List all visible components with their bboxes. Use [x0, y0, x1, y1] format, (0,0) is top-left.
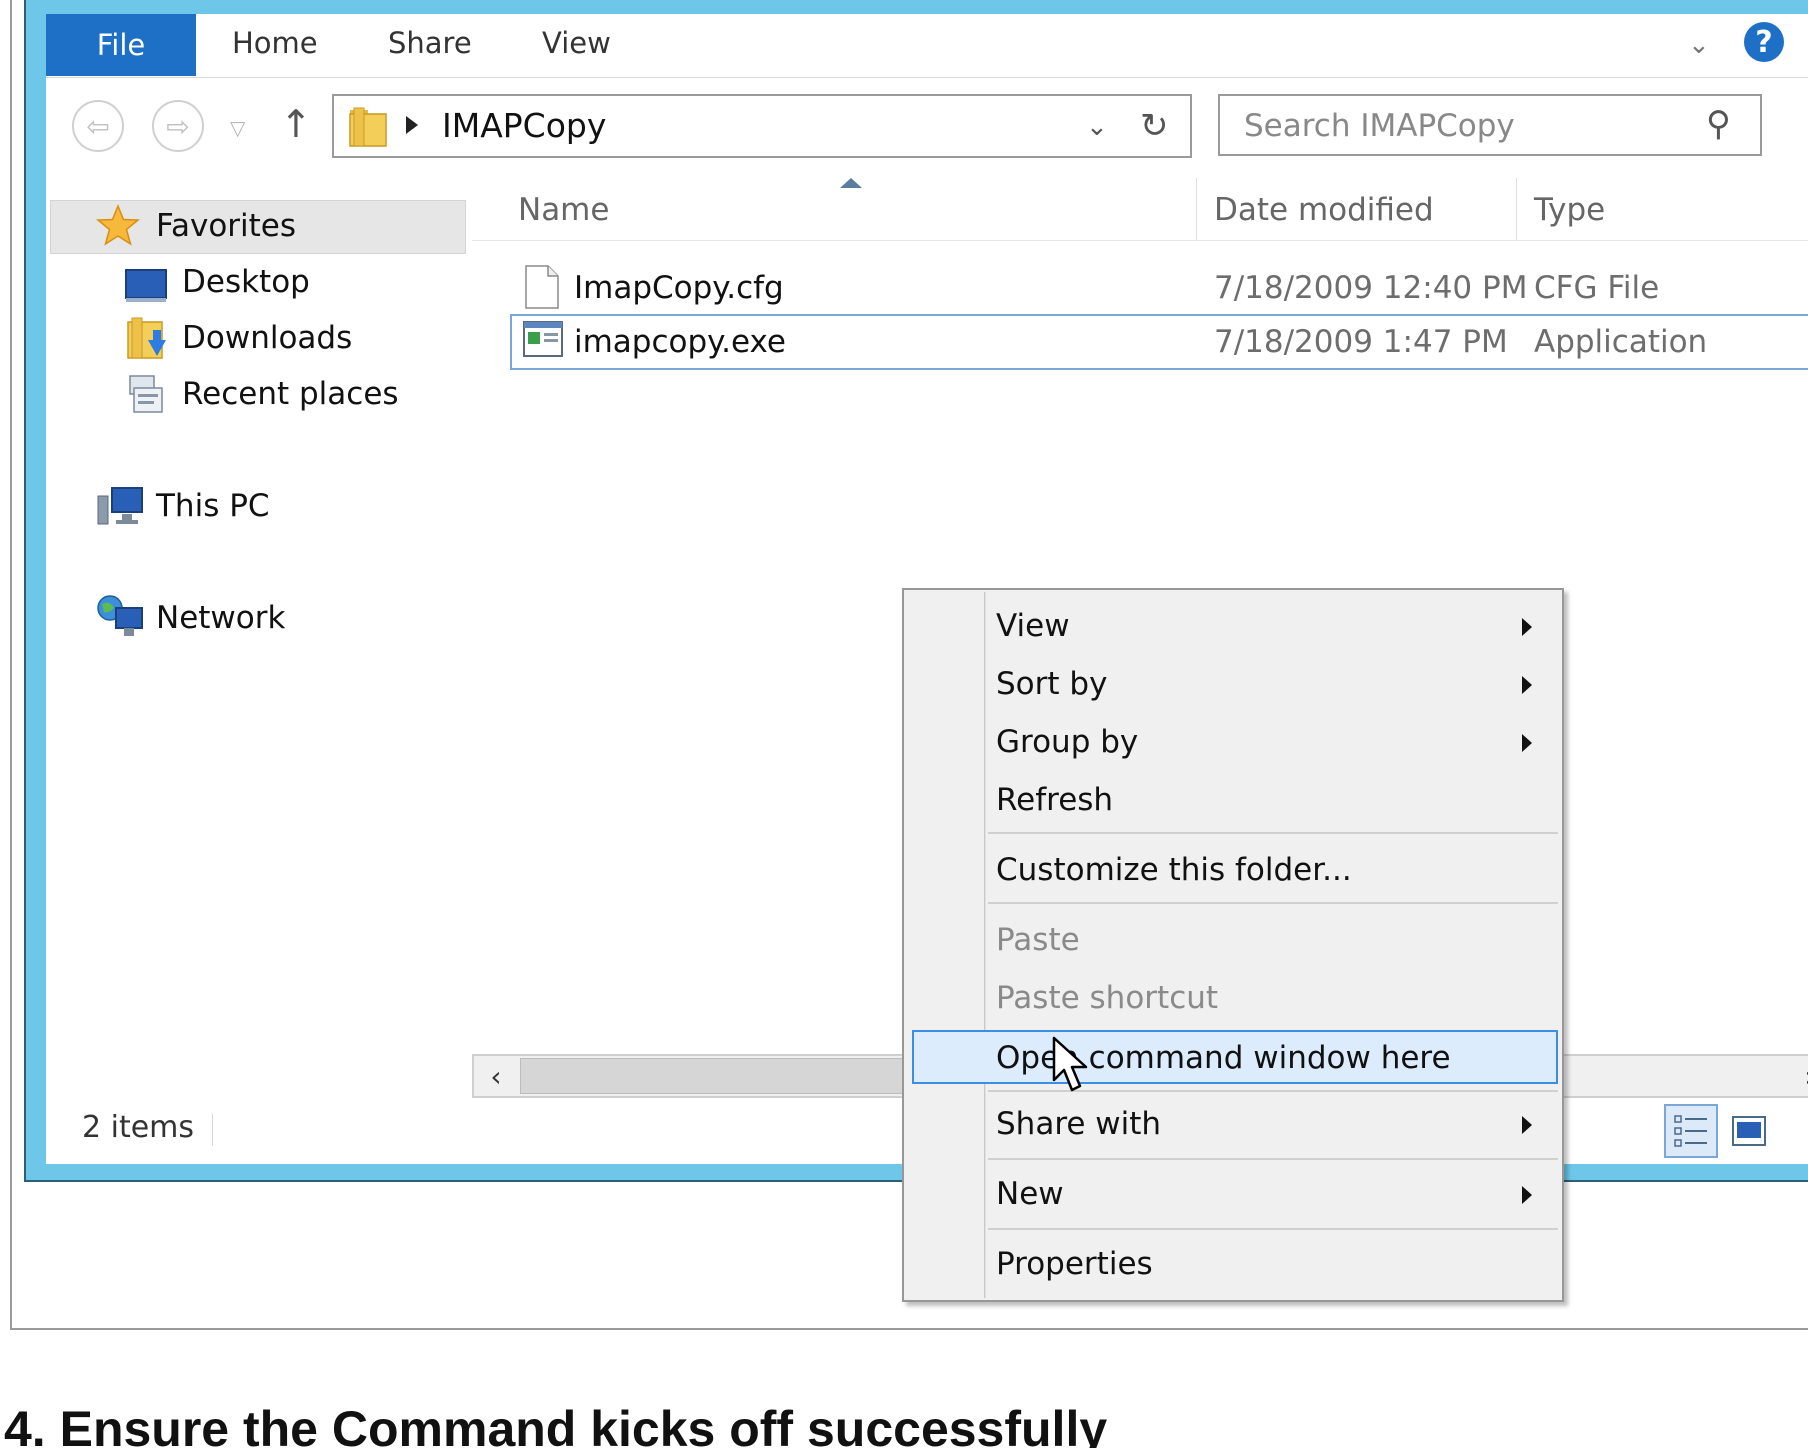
- nav-downloads[interactable]: Downloads: [182, 320, 352, 356]
- menu-item-label: New: [996, 1176, 1064, 1212]
- file-type: Application: [1534, 324, 1708, 360]
- scroll-right-icon[interactable]: ›: [1790, 1058, 1808, 1094]
- refresh-icon[interactable]: ↻: [1140, 106, 1169, 146]
- menu-item-open-command-window[interactable]: Open command window here: [912, 1030, 1558, 1084]
- column-header-date-modified[interactable]: Date modified: [1214, 192, 1434, 228]
- scroll-left-icon[interactable]: ‹: [476, 1058, 516, 1094]
- file-date: 7/18/2009 1:47 PM: [1214, 324, 1508, 360]
- file-row-selected[interactable]: imapcopy.exe 7/18/2009 1:47 PM Applicati…: [510, 314, 1808, 370]
- folder-icon: [349, 107, 387, 147]
- menu-item-properties[interactable]: Properties: [904, 1238, 1562, 1292]
- file-type: CFG File: [1534, 270, 1660, 306]
- nav-recent-places[interactable]: Recent places: [182, 376, 399, 412]
- nav-favorites[interactable]: Favorites: [156, 208, 296, 244]
- menu-separator: [988, 1158, 1558, 1160]
- file-tab[interactable]: File: [46, 14, 196, 76]
- menu-item-paste: Paste: [904, 914, 1562, 968]
- status-divider: [212, 1114, 213, 1146]
- status-item-count: 2 items: [82, 1110, 195, 1145]
- menu-item-label: Properties: [996, 1246, 1153, 1282]
- menu-item-label: Customize this folder...: [996, 852, 1352, 888]
- recent-places-icon: [129, 375, 163, 413]
- menu-item-label: Paste shortcut: [996, 980, 1219, 1016]
- menu-item-customize-folder[interactable]: Customize this folder...: [904, 844, 1562, 898]
- tab-share[interactable]: Share: [388, 26, 472, 60]
- column-header-name[interactable]: Name: [518, 192, 609, 228]
- ribbon-expand-chevron-icon[interactable]: ⌄: [1688, 30, 1716, 60]
- large-icons-view-icon: [1732, 1116, 1766, 1146]
- menu-item-view[interactable]: View: [904, 600, 1562, 654]
- menu-item-label: Sort by: [996, 666, 1108, 702]
- desktop-icon: [125, 269, 167, 302]
- tab-view[interactable]: View: [542, 26, 611, 60]
- menu-separator: [988, 832, 1558, 834]
- file-name[interactable]: imapcopy.exe: [574, 324, 786, 360]
- submenu-arrow-icon: [1522, 734, 1532, 752]
- star-icon: [96, 204, 140, 246]
- breadcrumb-chevron-icon[interactable]: [406, 116, 418, 134]
- submenu-arrow-icon: [1522, 1186, 1532, 1204]
- menu-item-refresh[interactable]: Refresh: [904, 774, 1562, 828]
- menu-item-label: View: [996, 608, 1070, 644]
- file-name[interactable]: ImapCopy.cfg: [574, 270, 784, 306]
- menu-separator: [988, 902, 1558, 904]
- file-date: 7/18/2009 12:40 PM: [1214, 270, 1528, 306]
- mouse-pointer-icon: [1052, 1036, 1088, 1092]
- menu-item-new[interactable]: New: [904, 1168, 1562, 1222]
- submenu-arrow-icon: [1522, 1116, 1532, 1134]
- downloads-icon: [127, 317, 166, 359]
- menu-item-label: Paste: [996, 922, 1080, 958]
- submenu-arrow-icon: [1522, 618, 1532, 636]
- address-bar[interactable]: IMAPCopy ⌄ ↻: [332, 94, 1192, 158]
- breadcrumb-path[interactable]: IMAPCopy: [442, 106, 606, 145]
- recent-locations-dropdown-icon[interactable]: ▽: [230, 116, 245, 140]
- screenshot: File Home Share View ⌄ ? ⇦ ⇨ ▽ ↑ IMAPCop…: [0, 0, 1808, 1448]
- help-icon[interactable]: ?: [1744, 22, 1784, 62]
- step-caption: 4. Ensure the Command kicks off successf…: [4, 1401, 1108, 1448]
- header-divider: [472, 240, 1808, 241]
- search-placeholder: Search IMAPCopy: [1244, 108, 1515, 144]
- menu-item-label: Share with: [996, 1106, 1162, 1142]
- menu-item-sort-by[interactable]: Sort by: [904, 658, 1562, 712]
- application-icon: [523, 321, 563, 357]
- menu-item-label: Group by: [996, 724, 1139, 760]
- menu-item-label: Refresh: [996, 782, 1114, 818]
- nav-desktop[interactable]: Desktop: [182, 264, 310, 300]
- menu-item-share-with[interactable]: Share with: [904, 1098, 1562, 1152]
- sort-ascending-icon: [840, 178, 862, 188]
- menu-separator: [988, 1228, 1558, 1230]
- nav-network[interactable]: Network: [156, 600, 285, 636]
- file-row[interactable]: ImapCopy.cfg 7/18/2009 12:40 PM CFG File: [510, 260, 1808, 316]
- column-divider[interactable]: [1196, 178, 1197, 240]
- address-dropdown-icon[interactable]: ⌄: [1086, 112, 1108, 142]
- forward-button[interactable]: ⇨: [152, 100, 204, 152]
- network-icon: [97, 595, 143, 636]
- search-icon[interactable]: ⚲: [1706, 104, 1731, 144]
- column-header-type[interactable]: Type: [1534, 192, 1605, 228]
- details-view-button[interactable]: [1664, 1104, 1718, 1158]
- this-pc-icon: [97, 487, 143, 525]
- file-icon: [525, 265, 559, 309]
- large-icons-view-button[interactable]: [1722, 1104, 1776, 1158]
- nav-this-pc[interactable]: This PC: [156, 488, 270, 524]
- menu-item-group-by[interactable]: Group by: [904, 716, 1562, 770]
- details-view-icon: [1674, 1115, 1707, 1147]
- context-menu: View Sort by Group by Refresh Customize …: [902, 588, 1564, 1302]
- submenu-arrow-icon: [1522, 676, 1532, 694]
- up-button[interactable]: ↑: [280, 102, 312, 146]
- tab-home[interactable]: Home: [232, 26, 318, 60]
- back-button[interactable]: ⇦: [72, 100, 124, 152]
- menu-item-paste-shortcut: Paste shortcut: [904, 972, 1562, 1026]
- search-box[interactable]: Search IMAPCopy ⚲: [1218, 94, 1762, 156]
- column-divider[interactable]: [1516, 178, 1517, 240]
